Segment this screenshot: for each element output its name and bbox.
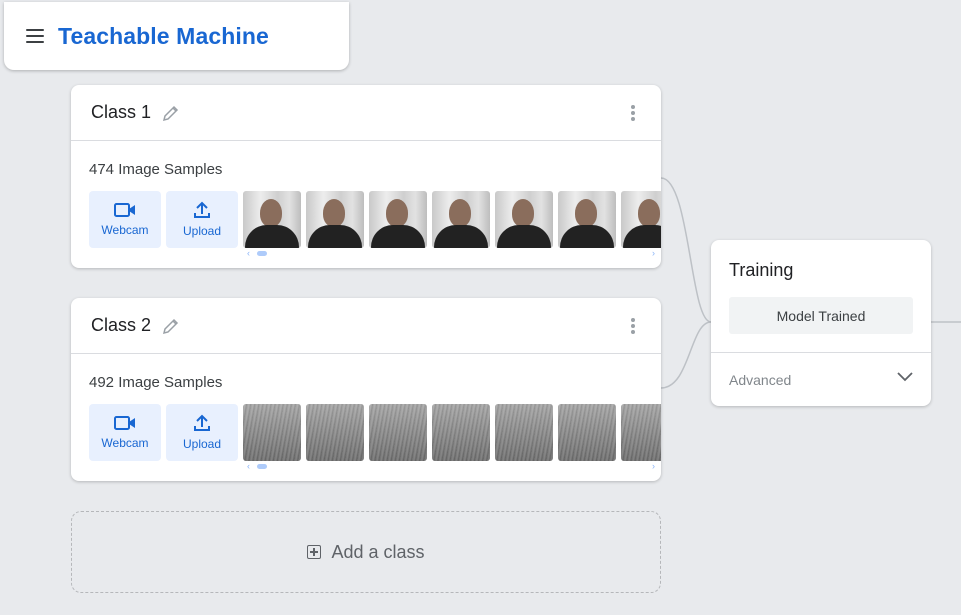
sample-count: 474 Image Samples: [89, 161, 223, 178]
sample-thumbnail[interactable]: [621, 191, 661, 248]
menu-icon[interactable]: [26, 29, 44, 43]
webcam-label: Webcam: [101, 223, 149, 237]
upload-label: Upload: [182, 224, 222, 238]
sample-thumbnail[interactable]: [243, 404, 301, 461]
sample-thumbnail[interactable]: [495, 404, 553, 461]
sample-thumbnail[interactable]: [621, 404, 661, 461]
app-title: Teachable Machine: [58, 22, 269, 49]
add-box-icon: [307, 545, 322, 559]
class-card-2: Class 2 492 Image Samples Webcam Upload: [71, 298, 661, 481]
scroll-right-icon[interactable]: ›: [652, 248, 655, 258]
sample-thumbnail[interactable]: [306, 191, 364, 248]
upload-label: Upload: [182, 437, 222, 451]
sample-thumbnail[interactable]: [369, 404, 427, 461]
class-name[interactable]: Class 2: [91, 315, 151, 336]
train-model-button[interactable]: Model Trained: [729, 297, 913, 334]
scrollbar-thumb[interactable]: [257, 251, 267, 256]
sample-strip: Webcam Upload: [89, 191, 661, 248]
scroll-left-icon[interactable]: ‹: [247, 461, 250, 471]
scrollbar-thumb[interactable]: [257, 464, 267, 469]
sample-scrollbar[interactable]: ‹ ›: [247, 248, 655, 258]
upload-icon: [194, 414, 210, 431]
upload-icon: [194, 201, 210, 218]
webcam-icon: [114, 203, 135, 217]
edit-pencil-icon[interactable]: [161, 316, 181, 336]
sample-thumbnail[interactable]: [432, 404, 490, 461]
training-panel: Training Model Trained Advanced: [711, 240, 931, 406]
advanced-toggle-label[interactable]: Advanced: [729, 372, 791, 388]
sample-thumbnail[interactable]: [243, 191, 301, 248]
sample-thumbnail[interactable]: [306, 404, 364, 461]
app-header: Teachable Machine: [4, 2, 349, 70]
sample-count: 492 Image Samples: [89, 374, 223, 391]
add-class-button[interactable]: Add a class: [71, 511, 661, 593]
class-card-header: Class 1: [71, 85, 661, 141]
sample-thumbnail[interactable]: [495, 191, 553, 248]
sample-thumbnail[interactable]: [558, 404, 616, 461]
edit-pencil-icon[interactable]: [161, 103, 181, 123]
sample-thumbnail[interactable]: [369, 191, 427, 248]
sample-thumbnail[interactable]: [558, 191, 616, 248]
sample-scrollbar[interactable]: ‹ ›: [247, 461, 655, 471]
class-card-header: Class 2: [71, 298, 661, 354]
divider: [711, 352, 931, 353]
scroll-right-icon[interactable]: ›: [652, 461, 655, 471]
webcam-button[interactable]: Webcam: [89, 404, 161, 461]
upload-button[interactable]: Upload: [166, 404, 238, 461]
webcam-icon: [114, 416, 135, 430]
scroll-left-icon[interactable]: ‹: [247, 248, 250, 258]
class-name[interactable]: Class 1: [91, 102, 151, 123]
more-options-icon[interactable]: [631, 318, 635, 334]
sample-thumbnail[interactable]: [432, 191, 490, 248]
upload-button[interactable]: Upload: [166, 191, 238, 248]
webcam-label: Webcam: [101, 436, 149, 450]
webcam-button[interactable]: Webcam: [89, 191, 161, 248]
more-options-icon[interactable]: [631, 105, 635, 121]
training-title: Training: [729, 260, 794, 280]
chevron-down-icon[interactable]: [897, 372, 913, 382]
sample-strip: Webcam Upload: [89, 404, 661, 461]
add-class-label: Add a class: [331, 541, 425, 562]
class-card-1: Class 1 474 Image Samples Webcam Upload: [71, 85, 661, 268]
